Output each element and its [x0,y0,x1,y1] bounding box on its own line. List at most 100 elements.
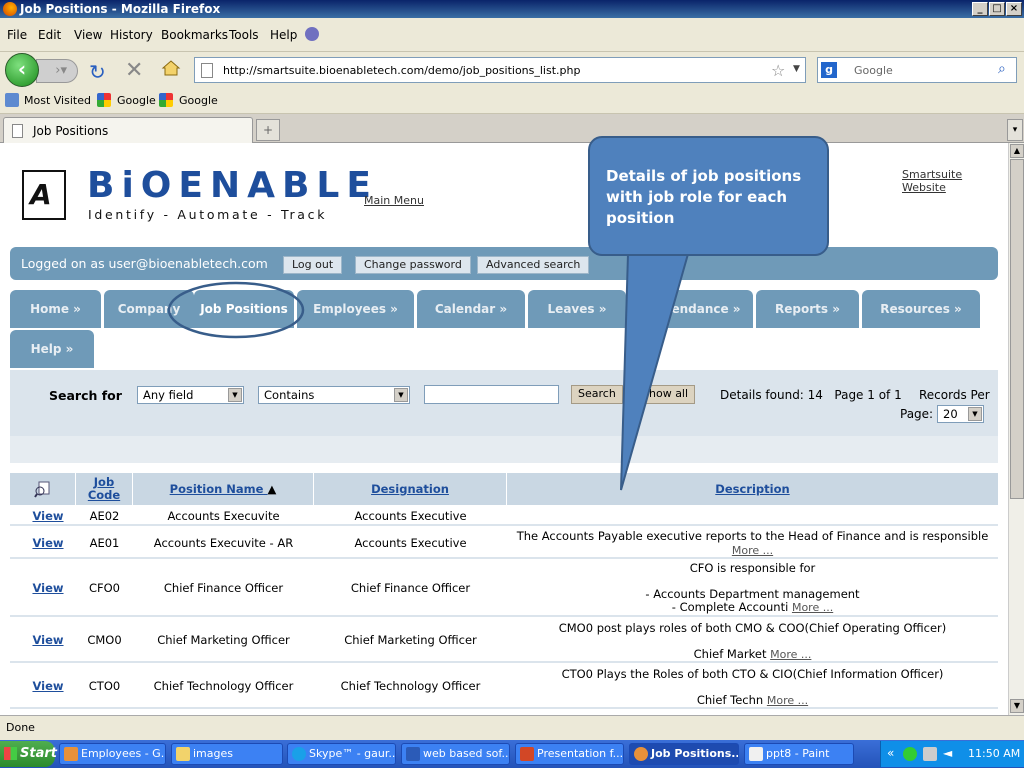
back-button[interactable]: ‹ [5,53,39,87]
bookmark-most-visited[interactable]: Most Visited [24,94,91,107]
bookmark-google-1[interactable]: Google [117,94,156,107]
menu-view[interactable]: View [74,28,102,42]
search-field-select[interactable]: Any field ▼ [137,386,244,404]
bookmark-google-2[interactable]: Google [179,94,218,107]
chevron-down-icon[interactable]: ▼ [228,388,242,402]
view-link[interactable]: View [10,509,86,523]
task-web-based[interactable]: web based sof... [401,743,510,765]
more-link[interactable]: More ... [770,648,811,661]
vertical-scrollbar[interactable]: ▲ ▼ [1008,143,1024,715]
task-job-positions[interactable]: Job Positions... [629,743,739,765]
stop-icon[interactable]: ✕ [125,58,143,83]
task-skype[interactable]: Skype™ - gaur... [287,743,396,765]
url-dropdown-icon[interactable]: ▼ [793,64,800,74]
menu-edit[interactable]: Edit [38,28,61,42]
tab-list-button[interactable]: ▾ [1007,119,1023,141]
view-link[interactable]: View [10,536,86,550]
sort-ascending-icon[interactable]: ▲ [267,473,276,505]
extension-icon[interactable] [305,27,319,41]
chevron-down-icon[interactable]: ▼ [394,388,408,402]
bookmark-star-icon[interactable]: ☆ [771,61,785,80]
task-label[interactable]: images [193,747,233,760]
close-window-button[interactable]: × [1006,2,1022,16]
search-placeholder[interactable]: Google [854,64,893,77]
scroll-up-icon[interactable]: ▲ [1010,144,1024,158]
tab-title[interactable]: Job Positions [33,124,108,138]
google-icon[interactable]: g [821,62,837,78]
nav-tab-attendance[interactable]: endance » [629,290,753,328]
forward-button[interactable]: ›▾ [36,59,78,83]
search-operator-select[interactable]: Contains ▼ [258,386,410,404]
task-presentation[interactable]: Presentation f... [515,743,624,765]
task-label[interactable]: Employees - G... [81,747,165,760]
nav-tab-employees[interactable]: Employees » [297,290,414,328]
change-password-button[interactable]: Change password [355,256,471,274]
url-text[interactable]: http://smartsuite.bioenabletech.com/demo… [223,64,580,77]
search-button[interactable]: Search [571,385,623,404]
task-employees[interactable]: Employees - G... [59,743,166,765]
more-link[interactable]: More ... [767,694,808,707]
header-job-code[interactable]: Job Code [76,473,133,505]
view-link[interactable]: View [10,581,86,595]
start-button[interactable]: Start [0,741,57,767]
nav-tab-reports[interactable]: Reports » [756,290,859,328]
search-input[interactable] [424,385,559,404]
menu-history[interactable]: History [110,28,153,42]
cell-position-name: Chief Technology Officer [153,679,294,693]
header-position-name-label[interactable]: Position Name [170,482,264,496]
header-position-name[interactable]: Position Name ▲ [133,473,314,505]
logout-button[interactable]: Log out [283,256,343,274]
task-label[interactable]: Presentation f... [537,747,623,760]
chevron-down-icon[interactable]: ▼ [968,407,982,421]
minimize-button[interactable]: _ [972,2,988,16]
more-link[interactable]: More ... [792,601,833,614]
task-label[interactable]: ppt8 - Paint [766,747,829,760]
volume-icon[interactable]: ◄ [943,746,952,760]
page-size-select[interactable]: 20 ▼ [937,405,984,423]
new-tab-button[interactable]: + [256,119,280,141]
menu-tools[interactable]: Tools [229,28,259,42]
table-row: View CMO0 Chief Marketing Officer Chief … [10,617,998,663]
advanced-search-button[interactable]: Advanced search [477,256,590,274]
task-paint[interactable]: ppt8 - Paint [744,743,854,765]
menu-help[interactable]: Help [270,28,297,42]
task-label[interactable]: web based sof... [423,747,509,760]
cell-designation: Chief Marketing Officer [344,633,477,647]
search-engine-box[interactable]: g Google ⌕ [817,57,1017,83]
maximize-button[interactable]: □ [989,2,1005,16]
menu-bookmarks[interactable]: Bookmarks [161,28,228,42]
nav-tab-leaves[interactable]: Leaves » [528,290,626,328]
main-menu-link[interactable]: Main Menu [364,194,424,207]
page-icon [201,63,213,78]
search-icon[interactable]: ⌕ [998,61,1006,77]
show-all-button[interactable]: how all [635,385,696,404]
scroll-thumb[interactable] [1010,159,1024,499]
tab-job-positions[interactable]: Job Positions [3,117,253,143]
select-column-header[interactable] [10,473,76,505]
address-bar[interactable]: http://smartsuite.bioenabletech.com/demo… [194,57,806,83]
task-label[interactable]: Skype™ - gaur... [309,747,395,760]
nav-tab-help[interactable]: Help » [10,330,94,368]
network-icon[interactable] [923,747,937,761]
magnifier-page-icon[interactable] [33,480,52,498]
task-images[interactable]: images [171,743,283,765]
menu-file[interactable]: File [7,28,27,42]
nav-tab-calendar[interactable]: Calendar » [417,290,525,328]
view-link[interactable]: View [10,633,86,647]
home-icon[interactable] [161,58,181,78]
nav-tab-job-positions[interactable]: Job Positions [194,290,294,328]
nav-tab-resources[interactable]: Resources » [862,290,980,328]
nav-tab-home[interactable]: Home » [10,290,101,328]
header-description[interactable]: Description [507,473,998,505]
smartsuite-website-link[interactable]: Smartsuite Website [902,168,1008,194]
security-shield-icon[interactable] [903,747,917,761]
scroll-down-icon[interactable]: ▼ [1010,699,1024,713]
nav-tab-company[interactable]: Company [104,290,194,328]
more-link[interactable]: More ... [732,544,773,557]
header-designation[interactable]: Designation [314,473,507,505]
reload-icon[interactable]: ↻ [89,60,106,84]
tray-expand-icon[interactable]: « [887,746,894,760]
task-label[interactable]: Job Positions... [651,747,738,760]
start-label[interactable]: Start [20,746,57,761]
view-link[interactable]: View [10,679,86,693]
